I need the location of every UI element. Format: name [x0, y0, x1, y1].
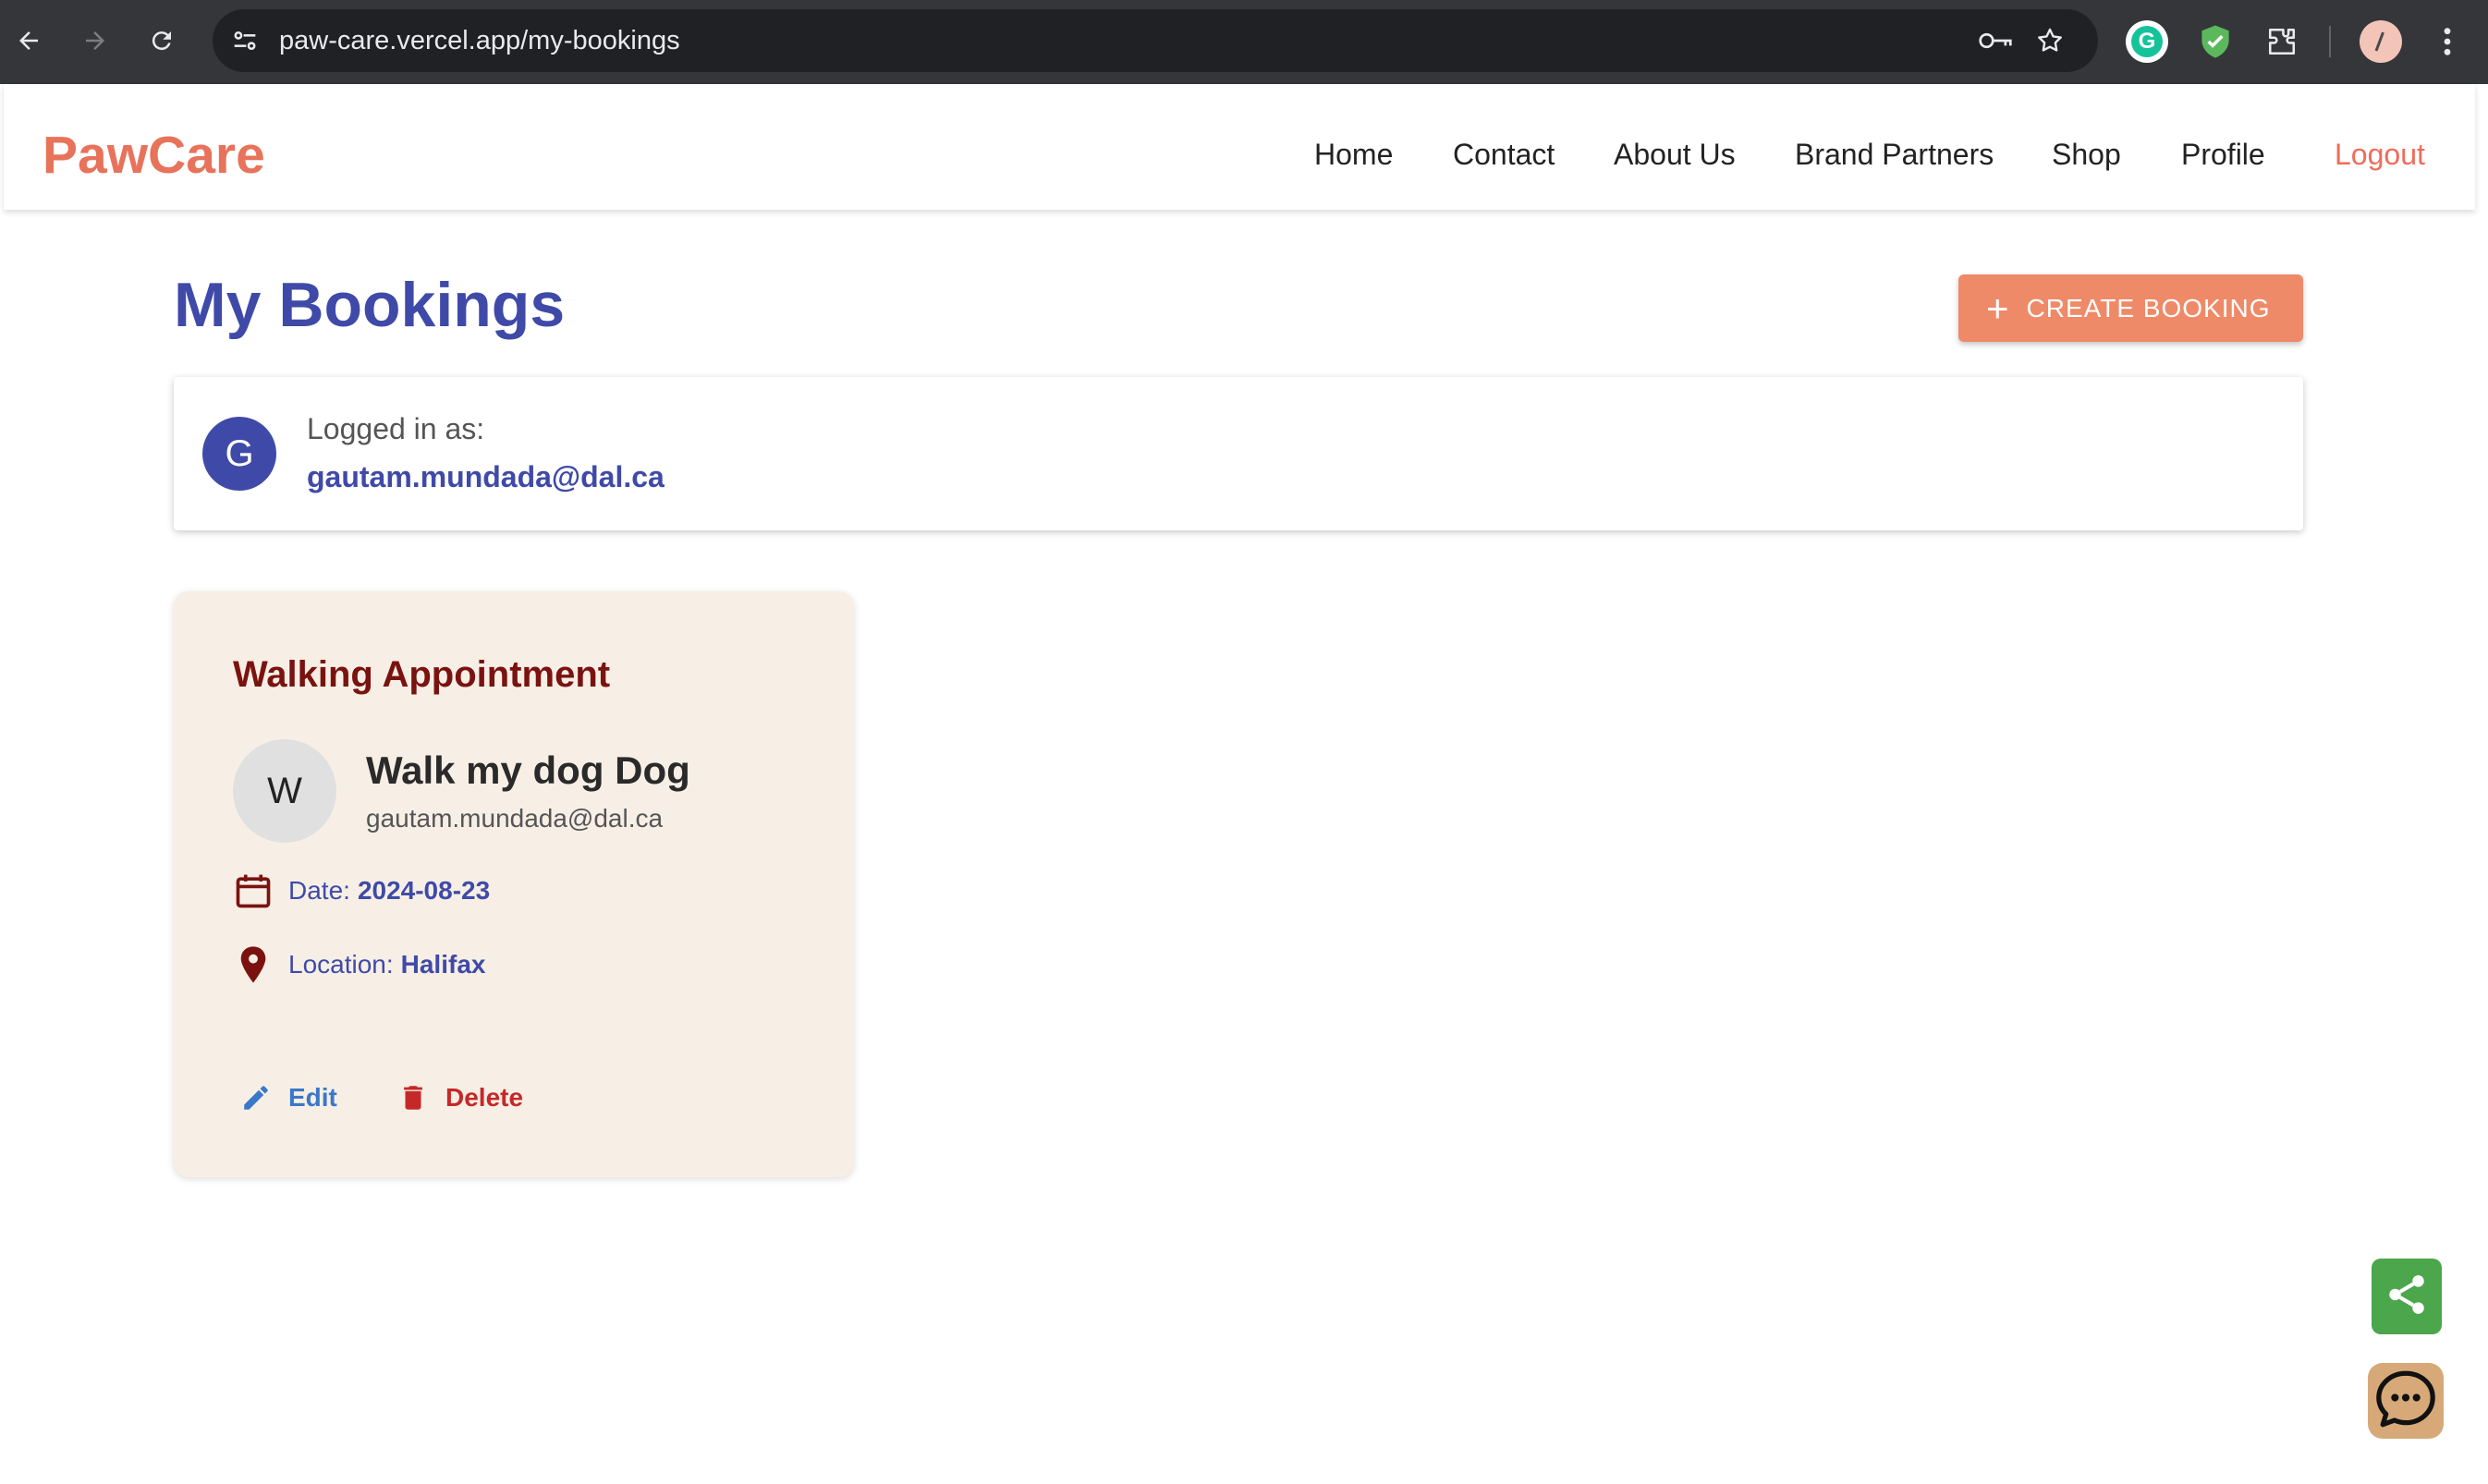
create-booking-label: CREATE BOOKING — [2026, 293, 2271, 322]
create-booking-button[interactable]: + CREATE BOOKING — [1958, 274, 2303, 342]
nav-link-home[interactable]: Home — [1314, 84, 1393, 225]
bookmark-star-icon[interactable] — [2035, 26, 2065, 60]
app-navbar: PawCare Home Contact About Us Brand Part… — [4, 84, 2475, 210]
puzzle-icon[interactable] — [2261, 20, 2303, 63]
trash-icon — [397, 1082, 429, 1113]
calendar-icon — [233, 869, 274, 913]
user-avatar: G — [202, 417, 276, 491]
shield-icon[interactable] — [2194, 20, 2237, 63]
booking-date-label: Date: — [288, 876, 350, 905]
pencil-icon — [240, 1082, 272, 1113]
page-title: My Bookings — [174, 270, 566, 340]
logout-link[interactable]: Logout — [2335, 84, 2425, 225]
forward-arrow-icon[interactable] — [76, 21, 115, 60]
toolbar-divider — [2329, 26, 2331, 57]
edit-label: Edit — [288, 1083, 337, 1112]
location-pin-icon — [233, 943, 274, 987]
reload-icon[interactable] — [142, 21, 181, 60]
chat-button[interactable] — [2368, 1363, 2444, 1439]
booking-date-value: 2024-08-23 — [357, 876, 491, 905]
booking-card: Walking Appointment W Walk my dog Dog ga… — [174, 591, 854, 1177]
nav-link-shop[interactable]: Shop — [2052, 84, 2121, 225]
logged-in-user-card: G Logged in as: gautam.mundada@dal.ca — [174, 377, 2303, 530]
nav-link-profile[interactable]: Profile — [2181, 84, 2265, 225]
logged-in-email: gautam.mundada@dal.ca — [307, 460, 665, 493]
grammarly-icon[interactable]: G — [2126, 20, 2168, 63]
booking-location-value: Halifax — [400, 950, 486, 979]
brand-logo[interactable]: PawCare — [43, 84, 265, 226]
share-icon — [2384, 1271, 2430, 1322]
more-vert-icon[interactable] — [2426, 20, 2469, 63]
booking-location-label: Location: — [288, 950, 394, 979]
nav-link-about-us[interactable]: About Us — [1614, 84, 1736, 225]
plus-icon: + — [1986, 286, 2010, 330]
browser-toolbar: paw-care.vercel.app/my-bookings G — [0, 0, 2488, 84]
delete-booking-button[interactable]: Delete — [397, 1076, 523, 1120]
password-key-icon[interactable] — [1978, 28, 2013, 58]
booking-email: gautam.mundada@dal.ca — [366, 804, 664, 833]
back-arrow-icon[interactable] — [9, 21, 48, 60]
address-bar[interactable]: paw-care.vercel.app/my-bookings — [213, 9, 2098, 72]
edit-booking-button[interactable]: Edit — [240, 1076, 337, 1120]
delete-label: Delete — [445, 1083, 524, 1112]
site-settings-icon[interactable] — [229, 25, 261, 61]
share-button[interactable] — [2372, 1259, 2442, 1334]
nav-link-brand-partners[interactable]: Brand Partners — [1795, 84, 1994, 225]
booking-location-row: Location: Halifax — [233, 943, 485, 987]
chat-bubble-icon — [2373, 1367, 2438, 1436]
booking-avatar: W — [233, 739, 336, 843]
booking-title: Walk my dog Dog — [366, 748, 690, 792]
nav-link-contact[interactable]: Contact — [1453, 84, 1555, 225]
booking-type: Walking Appointment — [233, 654, 611, 695]
logged-in-label: Logged in as: — [307, 412, 485, 445]
url-text[interactable]: paw-care.vercel.app/my-bookings — [279, 9, 680, 72]
booking-date-row: Date: 2024-08-23 — [233, 869, 490, 913]
profile-avatar[interactable] — [2360, 20, 2402, 63]
